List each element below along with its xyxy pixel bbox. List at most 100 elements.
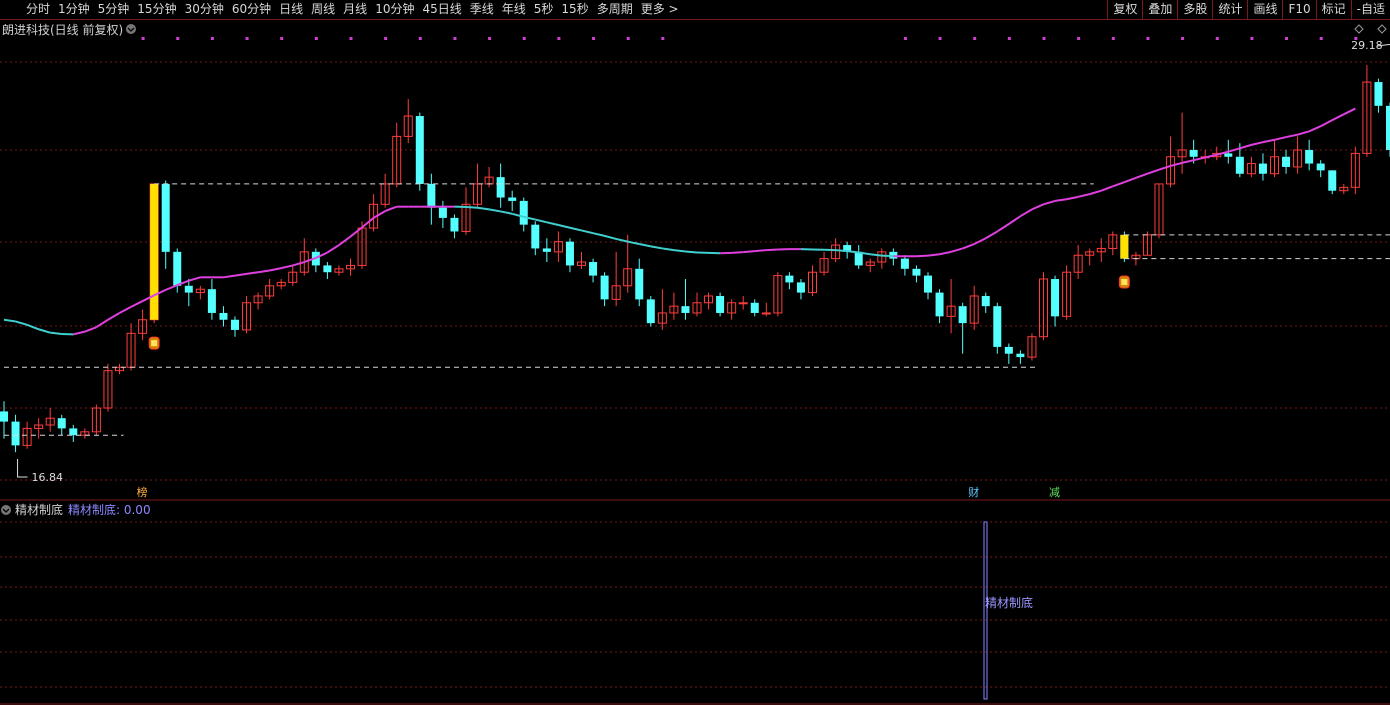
signal-dot-42: [488, 37, 492, 40]
toolbar-button-6[interactable]: 标记: [1315, 0, 1351, 19]
period-tab-7[interactable]: 周线: [311, 0, 335, 19]
period-list: 分时 1分钟 5分钟 15分钟 30分钟 60分钟 日线 周线 月线 10分钟 45日线 季线 年线 5秒…: [0, 0, 1107, 19]
ma-seg-57: [650, 245, 663, 250]
candle-body-68: [785, 275, 794, 283]
candle-body-114: [1316, 163, 1325, 171]
candle-body-5: [57, 418, 66, 429]
candle-body-80: [924, 275, 932, 293]
candle-body-15: [173, 251, 182, 286]
candle-body-85: [981, 295, 990, 307]
ma-seg-50: [569, 226, 582, 232]
ma-seg-114: [1308, 125, 1322, 133]
candle-body-55: [635, 268, 644, 300]
period-tab-13[interactable]: 5秒: [534, 0, 554, 19]
period-tab-9[interactable]: 10分钟: [375, 0, 414, 19]
ma-seg-42: [477, 206, 490, 211]
ma-seg-15: [165, 284, 178, 291]
signal-dot-15: [176, 37, 180, 40]
toolbar-button-3[interactable]: 统计: [1212, 0, 1247, 19]
signal-dot-48: [557, 37, 561, 40]
period-tab-0[interactable]: 分时: [26, 0, 50, 19]
ma-seg-54: [615, 237, 628, 243]
signal-bar-0: [150, 183, 159, 320]
candle-body-28: [323, 265, 332, 273]
ma-seg-32: [361, 217, 375, 229]
candle-body-18: [207, 289, 216, 313]
toolbar-button-4[interactable]: 画线: [1247, 0, 1282, 19]
period-tab-11[interactable]: 季线: [470, 0, 494, 19]
toolbar-button-7[interactable]: -自适: [1350, 0, 1390, 19]
ma-seg-41: [465, 206, 478, 209]
period-tab-14[interactable]: 15秒: [561, 0, 588, 19]
candle-body-56: [646, 299, 655, 324]
period-tab-15[interactable]: 多周期: [597, 0, 633, 19]
candle-body-66: [761, 312, 771, 315]
toolbar-button-0[interactable]: 复权: [1107, 0, 1142, 19]
candle-body-120: [1386, 105, 1390, 150]
signal-dot-81: [938, 37, 942, 40]
signal-dot-111: [1285, 37, 1289, 40]
stock-marker-inner-1: [1121, 279, 1128, 286]
candle-body-109: [1258, 163, 1267, 174]
signal-dot-99: [1146, 37, 1150, 40]
ma-seg-85: [973, 237, 987, 245]
ma-seg-11: [119, 305, 132, 314]
indicator-signal-bar: [983, 521, 988, 700]
signal-dot-84: [973, 37, 977, 40]
period-tab-12[interactable]: 年线: [502, 0, 526, 19]
candle-body-0: [0, 411, 8, 422]
candle-body-59: [681, 306, 690, 313]
stock-title: 朗进科技(日线 前复权): [2, 22, 123, 37]
ma-seg-97: [1112, 181, 1125, 188]
period-tab-2[interactable]: 5分钟: [98, 0, 130, 19]
toolbar-buttons: 复权 叠加 多股 统计 画线 F10 标记 -自适: [1107, 0, 1390, 19]
ma-seg-92: [1054, 198, 1067, 202]
candle-body-38: [438, 207, 447, 218]
signal-dot-108: [1250, 37, 1254, 40]
period-tab-5[interactable]: 60分钟: [232, 0, 271, 19]
ma-seg-108: [1239, 143, 1252, 150]
toolbar-button-2[interactable]: 多股: [1177, 0, 1212, 19]
ma-seg-7: [73, 330, 86, 336]
ma-seg-44: [500, 210, 513, 215]
signal-dot-27: [314, 37, 318, 40]
ma-seg-51: [581, 229, 594, 235]
kline-chart[interactable]: 朗进科技(日线 前复权) 29.18 16.84 榜 财 减: [0, 20, 1390, 501]
period-toolbar: 分时 1分钟 5分钟 15分钟 30分钟 60分钟 日线 周线 月线 10分钟 45日线 季线 年线 5秒…: [0, 0, 1390, 20]
candle-body-86: [993, 306, 1002, 347]
candle-body-37: [427, 183, 436, 208]
ma-seg-10: [107, 312, 121, 321]
ma-seg-98: [1123, 176, 1137, 184]
signal-dot-96: [1111, 37, 1115, 40]
period-tab-10[interactable]: 45日线: [422, 0, 461, 19]
low-price-label: 16.84: [32, 471, 64, 484]
toolbar-button-1[interactable]: 叠加: [1142, 0, 1177, 19]
signal-dot-114: [1319, 37, 1323, 40]
indicator-chart[interactable]: 精材制底 精材制底: 0.00精材制底: [0, 502, 1390, 705]
candle-body-103: [1189, 149, 1198, 157]
ma-seg-58: [662, 247, 675, 252]
ma-seg-109: [1251, 141, 1264, 146]
ma-seg-103: [1181, 159, 1194, 164]
period-tab-8[interactable]: 月线: [343, 0, 367, 19]
ma-seg-34: [384, 205, 398, 213]
ma-seg-8: [84, 326, 97, 333]
ma-seg-59: [673, 249, 686, 253]
period-tab-16[interactable]: 更多 >: [641, 0, 679, 19]
period-tab-4[interactable]: 30分钟: [185, 0, 224, 19]
candle-body-1: [11, 421, 20, 446]
candle-body-62: [716, 295, 725, 313]
ma-seg-91: [1043, 199, 1056, 206]
ma-seg-74: [847, 250, 859, 254]
ma-seg-24: [269, 267, 282, 272]
period-tab-1[interactable]: 1分钟: [58, 0, 90, 19]
ma-seg-99: [1135, 172, 1148, 179]
ma-seg-1: [3, 318, 16, 323]
signal-dot-33: [384, 37, 388, 40]
toolbar-button-5[interactable]: F10: [1282, 0, 1315, 19]
period-tab-6[interactable]: 日线: [279, 0, 303, 19]
ma-seg-48: [546, 221, 559, 226]
ma-seg-113: [1297, 130, 1310, 136]
ma-seg-17: [188, 276, 201, 282]
period-tab-3[interactable]: 15分钟: [137, 0, 176, 19]
